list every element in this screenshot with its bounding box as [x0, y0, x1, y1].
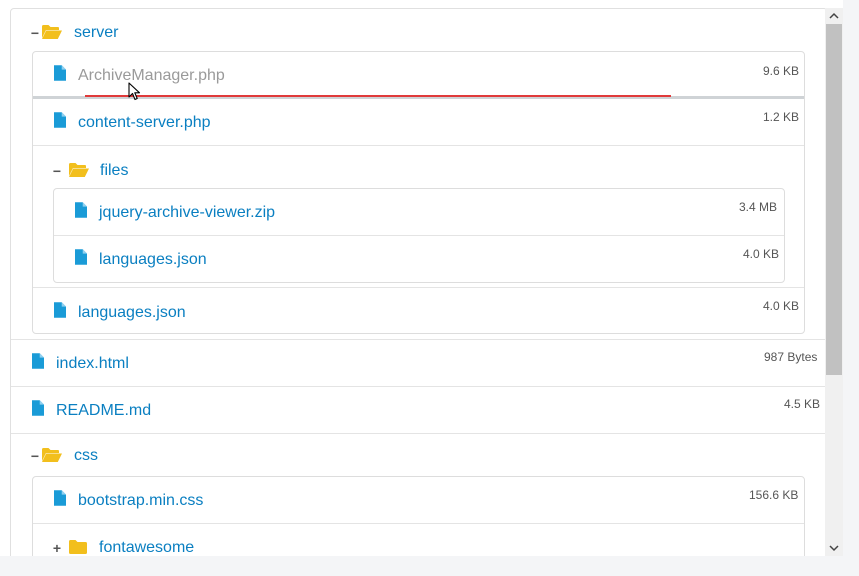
file-row-bootstrap-css[interactable]: bootstrap.min.css 156.6 KB — [33, 477, 804, 523]
folder-open-icon — [42, 448, 62, 462]
collapse-toggle[interactable]: − — [52, 164, 62, 178]
file-size: 4.0 KB — [743, 247, 780, 261]
folder-label-css[interactable]: css — [74, 447, 98, 465]
file-label[interactable]: jquery-archive-viewer.zip — [99, 204, 275, 222]
folder-row-files[interactable]: − files — [33, 146, 804, 188]
file-size: 4.5 KB — [784, 397, 821, 411]
file-icon — [32, 400, 44, 416]
file-size: 987 Bytes — [764, 350, 818, 364]
file-icon — [54, 65, 66, 81]
file-label[interactable]: README.md — [56, 402, 151, 420]
file-icon — [32, 353, 44, 369]
css-children: bootstrap.min.css 156.6 KB + fontawesome — [32, 476, 805, 556]
scrollbar-thumb[interactable] — [826, 24, 842, 375]
file-label[interactable]: languages.json — [78, 304, 186, 322]
folder-row-css[interactable]: − css — [11, 442, 827, 472]
expand-toggle[interactable]: + — [52, 541, 62, 555]
folder-label-server[interactable]: server — [74, 24, 118, 42]
folder-open-icon — [42, 25, 62, 39]
file-label[interactable]: languages.json — [99, 251, 207, 269]
scroll-down-arrow-icon[interactable] — [825, 540, 843, 556]
folder-closed-icon — [69, 540, 87, 554]
vertical-scrollbar[interactable] — [825, 8, 843, 556]
file-row-jquery-archive-viewer[interactable]: jquery-archive-viewer.zip 3.4 MB — [54, 189, 784, 235]
drop-position-marker — [85, 95, 671, 97]
collapse-toggle[interactable]: − — [30, 449, 40, 463]
file-label[interactable]: content-server.php — [78, 114, 211, 132]
collapse-toggle[interactable]: − — [30, 26, 40, 40]
file-size: 1.2 KB — [763, 110, 800, 124]
file-label[interactable]: bootstrap.min.css — [78, 492, 203, 510]
folder-label-files[interactable]: files — [100, 162, 128, 180]
file-icon — [54, 490, 66, 506]
scroll-up-arrow-icon[interactable] — [825, 8, 843, 24]
file-row-languages-json[interactable]: languages.json 4.0 KB — [33, 288, 804, 333]
file-row-index-html[interactable]: index.html 987 Bytes — [11, 340, 827, 386]
folder-open-icon — [69, 163, 89, 177]
server-children: ArchiveManager.php 9.6 KB content-server… — [32, 51, 805, 334]
file-row-content-server[interactable]: content-server.php 1.2 KB — [33, 99, 804, 145]
divider — [11, 433, 827, 434]
file-icon — [75, 249, 87, 265]
folder-label-fontawesome[interactable]: fontawesome — [99, 539, 194, 556]
file-icon — [54, 302, 66, 318]
file-label[interactable]: index.html — [56, 355, 129, 373]
mouse-pointer-icon — [128, 82, 141, 101]
file-tree-viewport: − server ArchiveManager.php 9.6 KB conte… — [0, 0, 843, 556]
file-size: 4.0 KB — [763, 299, 800, 313]
file-size: 9.6 KB — [763, 64, 800, 78]
file-row-languages-json[interactable]: languages.json 4.0 KB — [54, 236, 784, 282]
file-size: 3.4 MB — [739, 200, 778, 214]
file-row-readme[interactable]: README.md 4.5 KB — [11, 387, 827, 433]
folder-row-server[interactable]: − server — [11, 19, 827, 49]
file-icon — [75, 202, 87, 218]
folder-row-fontawesome[interactable]: + fontawesome — [33, 524, 804, 556]
file-row-archivemanager[interactable]: ArchiveManager.php 9.6 KB — [33, 52, 804, 96]
file-size: 156.6 KB — [749, 488, 799, 502]
file-icon — [54, 112, 66, 128]
file-label[interactable]: ArchiveManager.php — [78, 67, 225, 85]
files-children: jquery-archive-viewer.zip 3.4 MB languag… — [53, 188, 785, 283]
